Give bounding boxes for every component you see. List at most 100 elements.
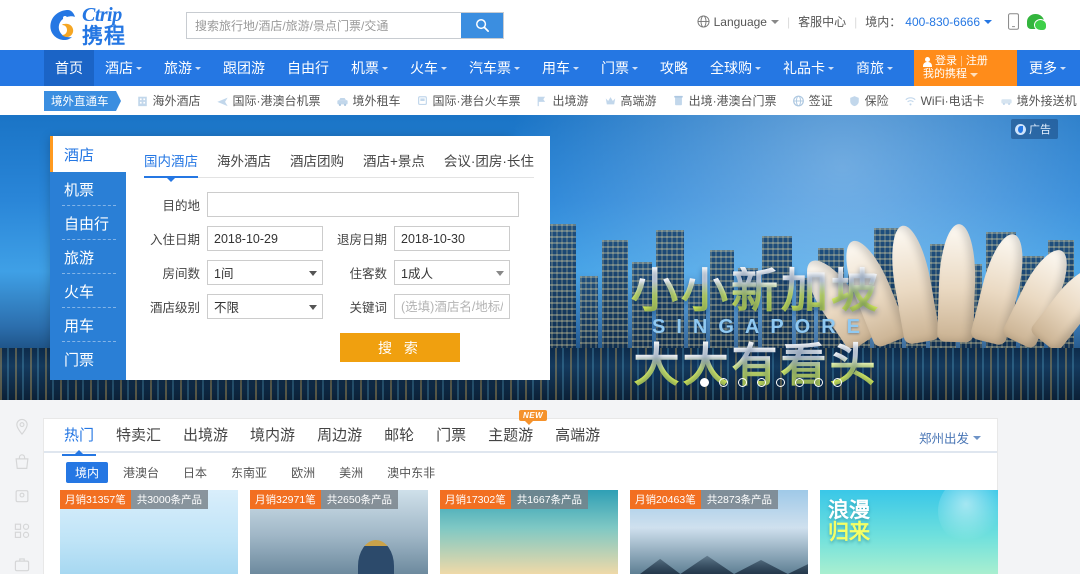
subnav-item-overseas-car[interactable]: 境外租车	[329, 92, 408, 109]
subnav-item-wifi-simcard[interactable]: WiFi·电话卡	[897, 92, 992, 109]
region-tag-oceania-mideast-africa[interactable]: 澳中东非	[378, 462, 444, 483]
booking-tab-hotel[interactable]: 酒店	[50, 136, 126, 172]
nav-item-global-shopping[interactable]: 全球购	[699, 50, 772, 86]
search-button[interactable]	[461, 13, 503, 38]
map-marker-icon[interactable]	[11, 487, 33, 505]
rec-tab-flash-sale[interactable]: 特卖汇	[116, 424, 161, 447]
nav-item-travel[interactable]: 旅游	[153, 50, 212, 86]
carousel-dot[interactable]	[833, 378, 842, 387]
location-pin-icon[interactable]	[11, 418, 33, 436]
destination-input[interactable]	[214, 197, 512, 212]
region-tag-domestic[interactable]: 境内	[66, 462, 109, 483]
subnav-item-insurance[interactable]: 保险	[841, 92, 896, 109]
shopping-bag-icon[interactable]	[11, 453, 33, 471]
booking-tab-free-travel[interactable]: 自由行	[50, 206, 126, 240]
product-card[interactable]: 月销20463笔 共2873条产品	[630, 490, 808, 574]
language-switcher[interactable]: Language	[697, 15, 779, 29]
checkin-field[interactable]: 2018-10-29	[207, 226, 323, 251]
nav-item-gift-card[interactable]: 礼品卡	[772, 50, 845, 86]
booking-panel: 酒店 机票 自由行 旅游 火车 用车 门票 国内酒店 海外酒店 酒店团购 酒店+…	[50, 136, 550, 380]
register-label[interactable]: 注册	[966, 55, 988, 68]
booking-tab-tour[interactable]: 旅游	[50, 240, 126, 274]
nav-item-group-tour[interactable]: 跟团游	[212, 50, 276, 86]
subnav-tag[interactable]: 境外直通车	[44, 90, 120, 111]
nav-item-car-rental[interactable]: 用车	[531, 50, 590, 86]
product-card-promo[interactable]: 浪漫 归来	[820, 490, 998, 574]
nav-item-home[interactable]: 首页	[44, 50, 94, 86]
carousel-dot[interactable]	[757, 378, 766, 387]
subnav-item-visa[interactable]: 签证	[785, 92, 840, 109]
checkout-field[interactable]: 2018-10-30	[394, 226, 510, 251]
hotel-subtab-overseas[interactable]: 海外酒店	[217, 150, 271, 170]
booking-tab-train[interactable]: 火车	[50, 274, 126, 308]
subnav-item-luxury-tour[interactable]: 高端游	[597, 92, 664, 109]
global-search[interactable]	[186, 12, 504, 39]
rec-tab-luxury[interactable]: 高端游	[555, 424, 600, 447]
region-tag-japan[interactable]: 日本	[174, 462, 216, 483]
nav-item-more[interactable]: 更多	[1018, 50, 1077, 86]
booking-tab-car[interactable]: 用车	[50, 308, 126, 342]
subnav-item-intl-flight[interactable]: 国际·港澳台机票	[209, 92, 328, 109]
my-ctrip-label[interactable]: 我的携程	[923, 68, 967, 81]
keyword-input[interactable]	[401, 299, 503, 314]
hotel-search-button[interactable]: 搜 索	[340, 333, 460, 362]
rec-tab-hot[interactable]: 热门	[61, 424, 97, 456]
carousel-dot[interactable]	[719, 378, 728, 387]
subnav-item-outbound-ticket[interactable]: 出境·港澳台门票	[665, 92, 784, 109]
carousel-dot[interactable]	[738, 378, 747, 387]
site-header: Ctrip 携程 Language	[0, 0, 1080, 50]
search-input[interactable]	[187, 13, 461, 38]
region-tag-southeast-asia[interactable]: 东南亚	[222, 462, 276, 483]
nav-item-tickets[interactable]: 门票	[590, 50, 649, 86]
rec-tab-outbound[interactable]: 出境游	[183, 424, 228, 447]
keyword-field[interactable]	[394, 294, 510, 319]
product-card[interactable]: 月销17302笔 共1667条产品	[440, 490, 618, 574]
wechat-link[interactable]	[1027, 14, 1047, 31]
product-card[interactable]: 月销31357笔 共3000条产品	[60, 490, 238, 574]
subnav-item-outbound-tour[interactable]: 出境游	[529, 92, 596, 109]
nav-item-business-travel[interactable]: 商旅	[845, 50, 904, 86]
nav-item-train[interactable]: 火车	[399, 50, 458, 86]
product-card[interactable]: 月销32971笔 共2650条产品	[250, 490, 428, 574]
ctrip-logo[interactable]: Ctrip 携程	[44, 5, 174, 47]
nav-item-guides[interactable]: 攻略	[649, 50, 699, 86]
subnav-item-intl-train[interactable]: 国际·港台火车票	[409, 92, 528, 109]
star-select[interactable]: 不限	[207, 294, 323, 319]
hotel-subtab-domestic[interactable]: 国内酒店	[144, 150, 198, 182]
carousel-dot[interactable]	[776, 378, 785, 387]
region-tag-americas[interactable]: 美洲	[330, 462, 372, 483]
rec-tab-nearby[interactable]: 周边游	[317, 424, 362, 447]
destination-field[interactable]	[207, 192, 519, 217]
departure-city-selector[interactable]: 郑州出发	[919, 428, 981, 447]
nav-item-hotel[interactable]: 酒店	[94, 50, 153, 86]
booking-tab-ticket[interactable]: 门票	[50, 342, 126, 376]
mobile-app-link[interactable]	[1008, 13, 1019, 30]
region-tag-europe[interactable]: 欧洲	[282, 462, 324, 483]
carousel-dots[interactable]	[700, 378, 842, 387]
nav-item-bus-ticket[interactable]: 汽车票	[458, 50, 531, 86]
rec-tab-domestic[interactable]: 境内游	[250, 424, 295, 447]
carousel-dot[interactable]	[795, 378, 804, 387]
guests-select[interactable]: 1成人	[394, 260, 510, 285]
region-tag-hk-mo-tw[interactable]: 港澳台	[114, 462, 168, 483]
nav-item-flights[interactable]: 机票	[340, 50, 399, 86]
nav-item-free-travel[interactable]: 自由行	[276, 50, 340, 86]
hotel-subtab-meeting[interactable]: 会议·团房·长住	[444, 150, 534, 170]
subnav-item-overseas-hotel[interactable]: 海外酒店	[129, 92, 208, 109]
rec-tab-theme-tour[interactable]: 主题游 NEW	[488, 409, 548, 447]
rec-tab-tickets[interactable]: 门票	[436, 424, 466, 447]
login-label[interactable]: 登录	[935, 55, 957, 68]
service-center-link[interactable]: 客服中心	[798, 13, 846, 30]
carousel-dot[interactable]	[814, 378, 823, 387]
carousel-dot[interactable]	[700, 378, 709, 387]
subnav-item-airport-transfer[interactable]: 境外接送机	[993, 92, 1080, 109]
hotel-subtab-groupon[interactable]: 酒店团购	[290, 150, 344, 170]
account-menu[interactable]: 登录 | 注册 我的携程	[914, 50, 1017, 86]
booking-tab-flight[interactable]: 机票	[50, 172, 126, 206]
suitcase-icon[interactable]	[11, 556, 33, 574]
hotel-subtab-hotel-attraction[interactable]: 酒店+景点	[363, 150, 425, 170]
hotline[interactable]: 境内： 400-830-6666	[865, 13, 992, 30]
rooms-select[interactable]: 1间	[207, 260, 323, 285]
rec-tab-cruise[interactable]: 邮轮	[384, 424, 414, 447]
grid-apps-icon[interactable]	[11, 522, 33, 540]
